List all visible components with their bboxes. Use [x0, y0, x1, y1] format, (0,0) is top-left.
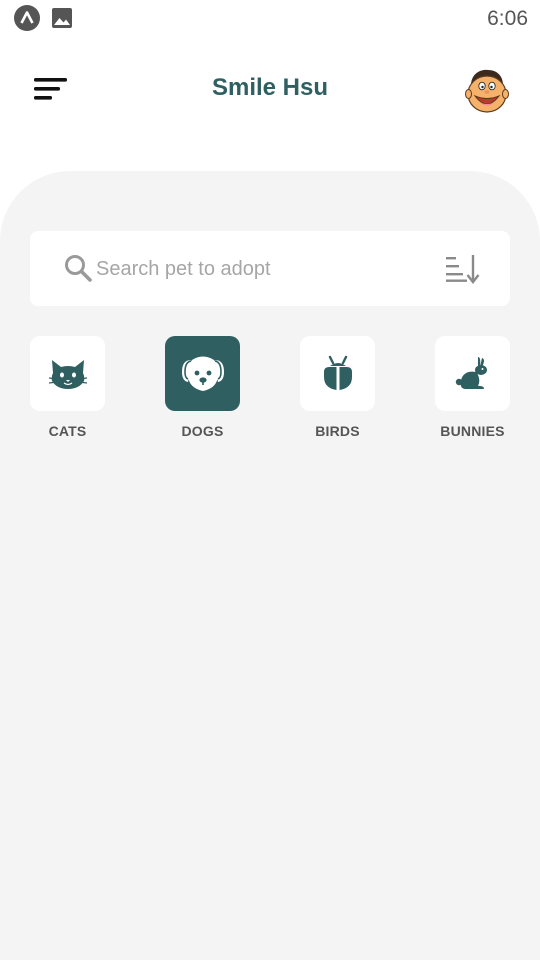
page-title: Smile Hsu — [211, 74, 329, 101]
app-notification-icon — [14, 5, 40, 31]
search-input[interactable] — [96, 247, 426, 291]
category-cats[interactable]: CATS — [13, 336, 123, 439]
image-notification-icon — [52, 8, 72, 28]
category-tile — [30, 336, 105, 411]
status-bar: 6:06 — [0, 0, 540, 36]
category-tile — [300, 336, 375, 411]
screen: 6:06 Smile Hsu Search pet to adopt CATS … — [0, 0, 540, 960]
status-icons — [14, 5, 73, 31]
category-tile — [165, 336, 240, 411]
cat-icon — [48, 359, 87, 389]
app-header: Smile Hsu — [0, 56, 540, 124]
user-avatar-icon — [465, 69, 509, 113]
status-time: 6:06 — [487, 7, 528, 30]
sort-icon — [446, 255, 480, 284]
bird-icon — [323, 355, 352, 390]
category-bunnies[interactable]: BUNNIES — [418, 336, 528, 439]
sort-button[interactable] — [444, 254, 480, 284]
category-label: BIRDS — [315, 423, 360, 439]
dog-icon — [181, 356, 224, 391]
category-birds[interactable]: BIRDS — [283, 336, 393, 439]
category-label: DOGS — [181, 423, 224, 439]
bunny-icon — [455, 356, 487, 389]
main-panel: CATS DOGS — [0, 171, 540, 960]
search-bar[interactable] — [30, 231, 510, 306]
category-label: CATS — [48, 423, 87, 439]
category-label: BUNNIES — [440, 423, 505, 439]
search-icon — [65, 255, 92, 282]
category-dogs[interactable]: DOGS — [148, 336, 258, 439]
avatar[interactable] — [462, 66, 512, 116]
category-tile — [435, 336, 510, 411]
